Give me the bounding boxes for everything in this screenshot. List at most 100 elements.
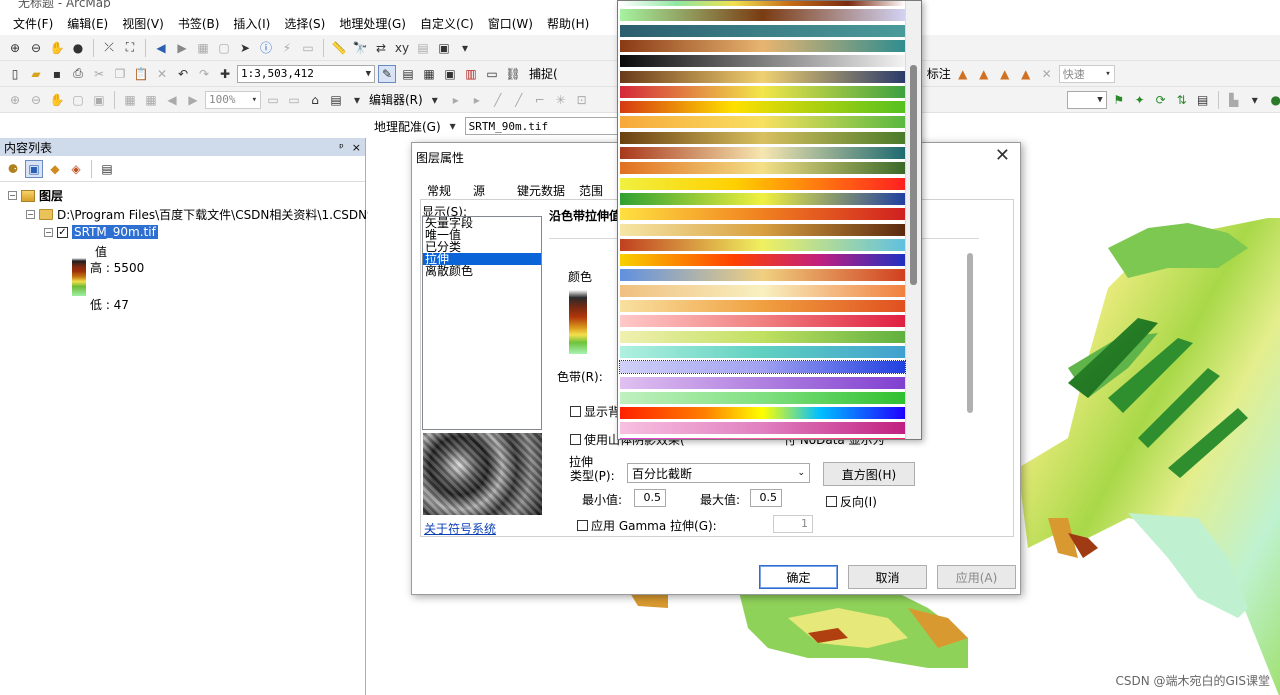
color-ramp-option[interactable]: [620, 1, 905, 6]
color-ramp-option[interactable]: [620, 315, 905, 328]
stretch-type-dropdown[interactable]: 百分比截断 ⌄: [627, 463, 810, 483]
color-ramp-option[interactable]: [620, 223, 905, 236]
color-ramp-option[interactable]: [620, 192, 905, 205]
max-value-input[interactable]: 0.5: [750, 489, 782, 507]
menu-windows[interactable]: 窗口(W): [481, 15, 540, 32]
color-ramp-option[interactable]: [620, 208, 905, 221]
paste-icon[interactable]: 📋: [132, 65, 150, 83]
next-extent-icon[interactable]: ▶: [184, 91, 202, 109]
list-by-source-icon[interactable]: ▣: [25, 159, 43, 178]
color-ramp-option[interactable]: [620, 116, 905, 129]
tree-layer[interactable]: − ✓ SRTM_90m.tif: [44, 225, 158, 239]
color-ramp-option[interactable]: [620, 131, 905, 144]
color-ramp-option[interactable]: [620, 9, 905, 22]
find-route-icon[interactable]: ⇄: [372, 39, 390, 57]
goto-xy-icon[interactable]: xy: [393, 39, 411, 57]
view-unplaced-icon[interactable]: ▲: [1017, 65, 1035, 83]
tree-root-layers[interactable]: − 图层: [8, 187, 63, 204]
chevron-down-icon[interactable]: ▾: [444, 117, 462, 135]
point-icon[interactable]: ✳: [552, 91, 570, 109]
color-ramp-option[interactable]: [620, 300, 905, 312]
layout-zoom-in-icon[interactable]: ⊕: [6, 91, 24, 109]
color-ramp-option[interactable]: [620, 269, 905, 282]
copy-icon[interactable]: ❐: [111, 65, 129, 83]
labeling-menu[interactable]: 标注: [927, 65, 951, 82]
identify-icon[interactable]: ⓘ: [257, 39, 275, 57]
gamma-value-input[interactable]: 1: [773, 515, 813, 533]
color-ramp-option[interactable]: [620, 238, 905, 251]
menu-selection[interactable]: 选择(S): [277, 15, 332, 32]
hillshade-checkbox[interactable]: [570, 434, 581, 445]
color-ramp-option[interactable]: [620, 345, 905, 358]
select-features-icon[interactable]: ▦: [194, 39, 212, 57]
redo-icon[interactable]: ↷: [195, 65, 213, 83]
menu-edit[interactable]: 编辑(E): [60, 15, 115, 32]
fixed-zoom-in-icon[interactable]: ⤫: [100, 39, 118, 57]
apply-button[interactable]: 应用(A): [937, 565, 1016, 589]
focus-data-frame-icon[interactable]: ▭: [285, 91, 303, 109]
full-extent-icon[interactable]: ●: [69, 39, 87, 57]
pan-icon[interactable]: ✋: [48, 39, 66, 57]
color-ramp-option[interactable]: [620, 55, 905, 68]
color-ramp-option[interactable]: [620, 407, 905, 420]
previous-extent-icon[interactable]: ◀: [163, 91, 181, 109]
collapse-icon[interactable]: −: [26, 210, 35, 219]
catalog-icon[interactable]: ▦: [420, 65, 438, 83]
model-builder-icon[interactable]: ⛓: [504, 65, 522, 83]
color-ramp-option[interactable]: [620, 376, 905, 389]
color-ramp-option[interactable]: [620, 422, 905, 435]
color-ramp-option[interactable]: [620, 147, 905, 159]
zoom-whole-page-icon[interactable]: ▢: [69, 91, 87, 109]
editor-menu[interactable]: 编辑器(R): [369, 91, 423, 108]
georef-tool-icon[interactable]: ✦: [1131, 91, 1149, 109]
color-ramp-option[interactable]: [620, 330, 905, 343]
color-ramp-option[interactable]: [620, 70, 905, 83]
fixed-zoom-out-icon[interactable]: ⛶: [121, 39, 139, 57]
color-ramp-option[interactable]: [620, 284, 905, 297]
toolbar-options-icon[interactable]: ▾: [456, 39, 474, 57]
rotate-icon[interactable]: ⟳: [1152, 91, 1170, 109]
clear-selection-icon[interactable]: ▢: [215, 39, 233, 57]
menu-file[interactable]: 文件(F): [6, 15, 60, 32]
histogram-button[interactable]: 直方图(H): [823, 462, 915, 486]
label-weight-icon[interactable]: ▲: [954, 65, 972, 83]
view-link-table-icon[interactable]: ▤: [1194, 91, 1212, 109]
edit-tool-icon[interactable]: ▸: [447, 91, 465, 109]
graph-icon[interactable]: ▙: [1225, 91, 1243, 109]
menu-insert[interactable]: 插入(I): [226, 15, 277, 32]
open-icon[interactable]: ▰: [27, 65, 45, 83]
ok-button[interactable]: 确定: [759, 565, 838, 589]
georef-layer-combo[interactable]: SRTM_90m.tif ▾: [464, 117, 633, 135]
layout-zoom-combo[interactable]: 100% ▾: [205, 90, 261, 109]
layout-pan-icon[interactable]: ✋: [48, 91, 66, 109]
back-icon[interactable]: ◀: [152, 39, 170, 57]
menu-customize[interactable]: 自定义(C): [413, 15, 481, 32]
change-layout-icon[interactable]: ⌂: [306, 91, 324, 109]
measure-icon[interactable]: 📏: [330, 39, 348, 57]
pause-labeling-icon[interactable]: ▲: [996, 65, 1014, 83]
gamma-checkbox[interactable]: [577, 520, 588, 531]
zoom-out-icon[interactable]: ⊖: [27, 39, 45, 57]
close-icon[interactable]: ✕: [995, 145, 1010, 166]
straight-segment-icon[interactable]: ╱: [489, 91, 507, 109]
color-ramp-option[interactable]: [620, 391, 905, 404]
hyperlink-icon[interactable]: ⚡: [278, 39, 296, 57]
collapse-icon[interactable]: −: [44, 227, 53, 237]
color-ramp-option[interactable]: [620, 177, 905, 190]
menu-bookmarks[interactable]: 书签(B): [171, 15, 227, 32]
arctoolbox-icon[interactable]: ▥: [462, 65, 480, 83]
add-data-icon[interactable]: ✚: [216, 65, 234, 83]
data-driven-pages-icon[interactable]: ▤: [327, 91, 345, 109]
create-viewer-icon[interactable]: ▣: [435, 39, 453, 57]
color-ramp-option[interactable]: [620, 24, 905, 37]
toggle-draft-icon[interactable]: ▭: [264, 91, 282, 109]
show-background-row[interactable]: 显示背: [570, 403, 620, 420]
cancel-button[interactable]: 取消: [848, 565, 927, 589]
table-of-contents-icon[interactable]: ▤: [399, 65, 417, 83]
invert-checkbox[interactable]: [826, 496, 837, 507]
snapping-label[interactable]: 捕捉(: [529, 65, 558, 82]
layer-name[interactable]: SRTM_90m.tif: [72, 225, 158, 239]
pin-icon[interactable]: ᵖ: [339, 141, 344, 154]
color-ramp-option[interactable]: [619, 360, 906, 375]
select-elements-icon[interactable]: ➤: [236, 39, 254, 57]
